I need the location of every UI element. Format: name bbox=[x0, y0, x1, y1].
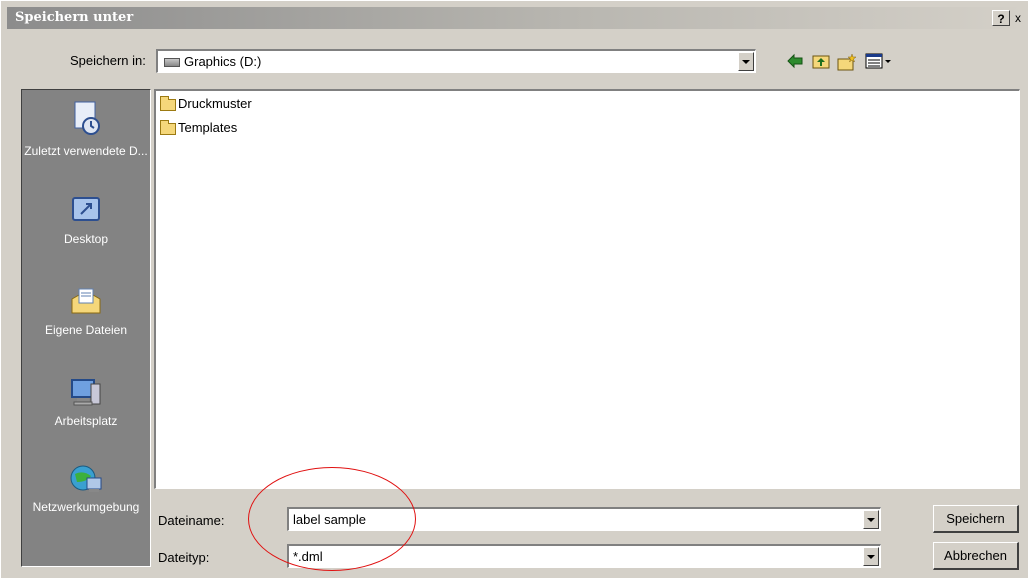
place-label: Netzwerkumgebung bbox=[32, 500, 140, 514]
filetype-label: Dateityp: bbox=[158, 550, 210, 565]
save-button[interactable]: Speichern bbox=[933, 505, 1019, 533]
place-label: Zuletzt verwendete D... bbox=[24, 144, 148, 158]
drive-icon bbox=[164, 58, 180, 68]
save-in-label: Speichern in: bbox=[70, 53, 146, 68]
save-in-value: Graphics (D:) bbox=[184, 54, 262, 69]
place-my-computer[interactable]: Arbeitsplatz bbox=[22, 376, 150, 429]
chevron-down-icon[interactable] bbox=[863, 547, 879, 566]
places-bar: Zuletzt verwendete D... Desktop Eigene D… bbox=[21, 89, 151, 567]
filetype-value: *.dml bbox=[293, 549, 323, 564]
recent-documents-icon bbox=[69, 100, 103, 135]
my-computer-icon bbox=[69, 376, 103, 410]
folder-icon bbox=[160, 119, 176, 135]
file-name: Druckmuster bbox=[178, 96, 252, 111]
my-documents-icon bbox=[69, 285, 103, 319]
new-folder-icon[interactable] bbox=[837, 53, 857, 71]
place-desktop[interactable]: Desktop bbox=[22, 194, 150, 247]
close-button[interactable]: x bbox=[1011, 10, 1025, 26]
view-menu-icon[interactable] bbox=[864, 53, 894, 71]
save-as-dialog: Speichern unter ? x Speichern in: Graphi… bbox=[0, 0, 1029, 579]
place-network[interactable]: Netzwerkumgebung bbox=[22, 462, 150, 515]
chevron-down-icon[interactable] bbox=[738, 52, 754, 71]
up-folder-icon[interactable] bbox=[811, 53, 831, 71]
dialog-title: Speichern unter bbox=[15, 10, 134, 25]
help-button[interactable]: ? bbox=[992, 10, 1010, 26]
place-label: Arbeitsplatz bbox=[54, 414, 118, 428]
title-bar[interactable]: Speichern unter ? x bbox=[7, 7, 1027, 29]
list-item[interactable]: Templates bbox=[160, 119, 237, 137]
cancel-button[interactable]: Abbrechen bbox=[933, 542, 1019, 570]
place-label: Eigene Dateien bbox=[44, 323, 128, 337]
filename-field[interactable]: label sample bbox=[287, 507, 881, 531]
folder-icon bbox=[160, 95, 176, 111]
filename-value: label sample bbox=[293, 512, 366, 527]
chevron-down-icon[interactable] bbox=[863, 510, 879, 529]
place-my-documents[interactable]: Eigene Dateien bbox=[22, 285, 150, 338]
file-name: Templates bbox=[178, 120, 238, 135]
place-recent[interactable]: Zuletzt verwendete D... bbox=[22, 100, 150, 159]
file-list[interactable]: Druckmuster Templates bbox=[154, 89, 1020, 489]
save-in-dropdown[interactable]: Graphics (D:) bbox=[156, 49, 756, 73]
filetype-dropdown[interactable]: *.dml bbox=[287, 544, 881, 568]
list-item[interactable]: Druckmuster bbox=[160, 95, 252, 113]
desktop-icon bbox=[69, 194, 103, 228]
place-label: Desktop bbox=[63, 232, 109, 246]
filename-label: Dateiname: bbox=[158, 513, 225, 528]
back-icon[interactable] bbox=[785, 53, 805, 71]
network-places-icon bbox=[69, 462, 103, 496]
